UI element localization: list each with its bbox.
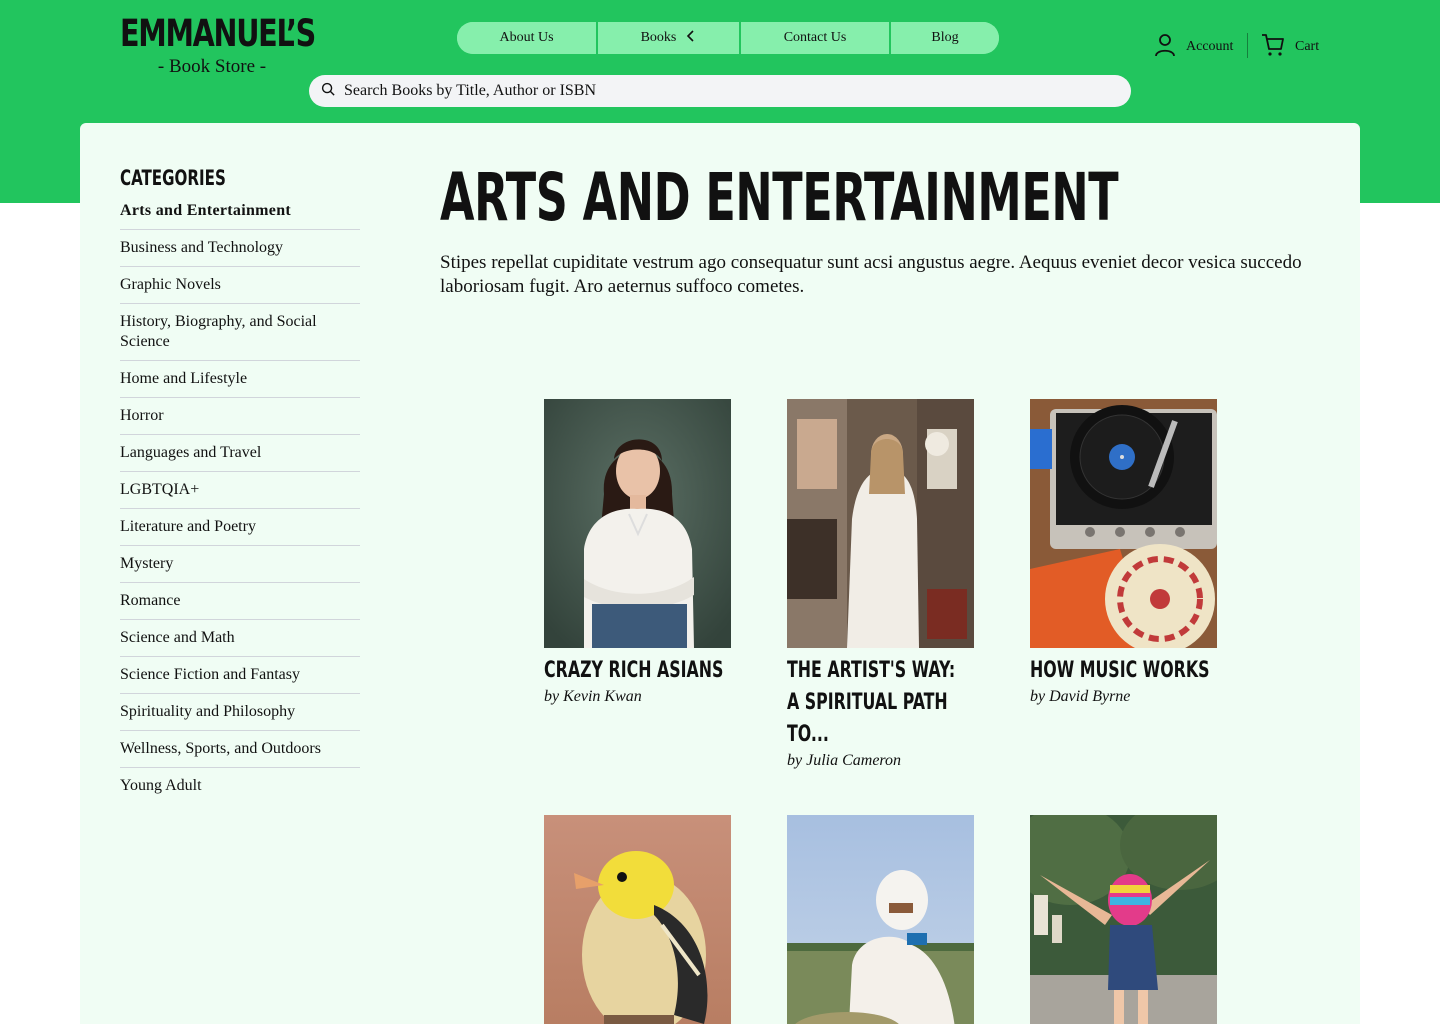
book-card[interactable] [787, 815, 974, 1024]
cart-label: Cart [1295, 39, 1320, 54]
search-input[interactable] [344, 82, 1104, 100]
nav-contact-us[interactable]: Contact Us [741, 22, 891, 54]
user-icon [1154, 33, 1176, 61]
category-link[interactable]: Wellness, Sports, and Outdoors [120, 731, 360, 768]
category-link[interactable]: Horror [120, 398, 360, 435]
category-link[interactable]: Science and Math [120, 620, 360, 657]
logo-title: EMMANUEL’S [120, 12, 316, 55]
book-title[interactable]: CRAZY RICH ASIANS [544, 655, 728, 687]
category-link[interactable]: Mystery [120, 546, 360, 583]
page-title: ARTS AND ENTERTAINMENT [440, 159, 1119, 236]
book-card[interactable] [544, 815, 731, 1024]
book-cover-image[interactable] [787, 815, 974, 1024]
category-link[interactable]: Young Adult [120, 768, 360, 804]
category-link[interactable]: Graphic Novels [120, 267, 360, 304]
category-link[interactable]: Home and Lifestyle [120, 361, 360, 398]
category-link[interactable]: Business and Technology [120, 230, 360, 267]
book-card[interactable]: HOW MUSIC WORKS by David Byrne [1030, 399, 1217, 706]
category-link[interactable]: Science Fiction and Fantasy [120, 657, 360, 694]
book-author: by Kevin Kwan [544, 688, 642, 705]
nav-blog[interactable]: Blog [891, 22, 999, 54]
categories-list: Arts and Entertainment Business and Tech… [120, 199, 360, 804]
nav-about-us[interactable]: About Us [457, 22, 598, 54]
book-cover-image[interactable] [787, 399, 974, 648]
book-author: by Julia Cameron [787, 752, 902, 769]
category-link[interactable]: LGBTQIA+ [120, 472, 360, 509]
category-link[interactable]: Languages and Travel [120, 435, 360, 472]
nav-blog-label: Blog [931, 30, 959, 45]
book-cover-image[interactable] [1030, 399, 1217, 648]
nav-about-us-label: About Us [499, 30, 554, 45]
nav-books-label: Books [640, 30, 677, 45]
category-link[interactable]: Arts and Entertainment [120, 199, 360, 230]
store-logo[interactable]: EMMANUEL’S - Book Store - [120, 12, 316, 78]
book-card[interactable] [1030, 815, 1217, 1024]
cart-link[interactable]: Cart [1261, 33, 1319, 61]
logo-tagline: - Book Store - [157, 56, 267, 77]
nav-contact-us-label: Contact Us [783, 30, 847, 45]
book-card[interactable]: THE ARTIST'S WAY: A SPIRITUAL PATH TO...… [787, 399, 974, 770]
book-title[interactable]: HOW MUSIC WORKS [1030, 655, 1214, 687]
search-icon[interactable] [321, 82, 336, 101]
search-bar [309, 75, 1131, 107]
book-cover-image[interactable] [544, 815, 731, 1024]
book-cover-image[interactable] [1030, 815, 1217, 1024]
account-label: Account [1186, 39, 1234, 54]
main-nav: About Us Books Contact Us Blog [457, 22, 999, 54]
book-author: by David Byrne [1030, 688, 1131, 705]
category-link[interactable]: History, Biography, and Social Science [120, 304, 360, 361]
category-link[interactable]: Spirituality and Philosophy [120, 694, 360, 731]
account-link[interactable]: Account [1154, 33, 1233, 61]
nav-books[interactable]: Books [598, 22, 741, 54]
categories-sidebar: CATEGORIES Arts and Entertainment Busine… [120, 165, 360, 804]
header-divider [1247, 33, 1248, 58]
categories-heading: CATEGORIES [120, 166, 226, 190]
category-link[interactable]: Literature and Poetry [120, 509, 360, 546]
book-card[interactable]: CRAZY RICH ASIANS by Kevin Kwan [544, 399, 731, 706]
book-cover-image[interactable] [544, 399, 731, 648]
chevron-left-icon [686, 29, 696, 47]
book-title[interactable]: THE ARTIST'S WAY: A SPIRITUAL PATH TO... [787, 655, 971, 751]
cart-icon [1261, 33, 1285, 61]
category-link[interactable]: Romance [120, 583, 360, 620]
category-description: Stipes repellat cupiditate vestrum ago c… [440, 252, 1302, 297]
